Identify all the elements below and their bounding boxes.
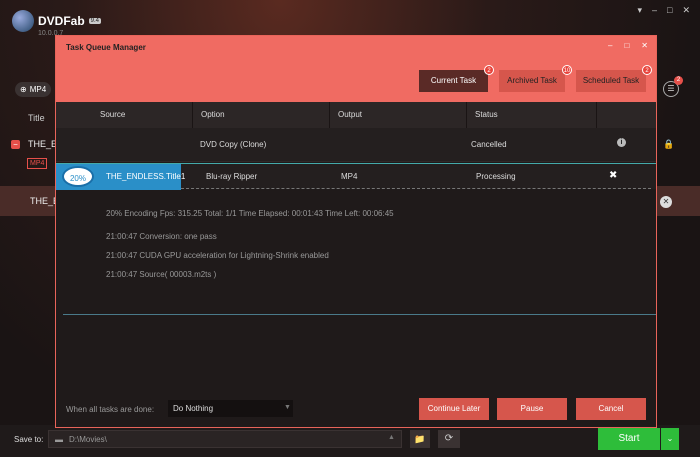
dropdown-icon[interactable]: ▾ (637, 5, 642, 16)
format-tag: MP4 (27, 158, 48, 169)
log-line: 20% Encoding Fps: 315.25 Total: 1/1 Time… (106, 209, 394, 218)
minimize-icon[interactable]: – (652, 5, 657, 16)
task-option: DVD Copy (Clone) (200, 140, 267, 149)
column-status: Status (467, 102, 597, 128)
task-status: Processing (476, 172, 516, 181)
task-status: Cancelled (471, 140, 507, 149)
task-source: THE_ENDLESS.Title1 (106, 172, 186, 181)
pause-button[interactable]: Pause (497, 398, 567, 420)
table-row[interactable]: DVD Copy (Clone) Cancelled i (56, 128, 656, 162)
save-path-value: D:\Movies\ (69, 434, 107, 444)
dialog-header: Task Queue Manager – □ ✕ Current Task Ar… (56, 36, 656, 102)
dialog-title: Task Queue Manager (66, 43, 146, 52)
log-line: 21:00:47 Source( 00003.m2ts ) (106, 270, 217, 279)
start-dropdown-icon[interactable]: ⌄ (661, 428, 679, 450)
task-source-progress: 20% THE_ENDLESS.Title1 (56, 164, 185, 190)
dialog-window-controls: – □ ✕ (608, 41, 648, 50)
app-logo: DVDFab 9.4 (12, 10, 102, 32)
tab-current-task[interactable]: Current Task (419, 70, 488, 92)
log-line: 21:00:47 CUDA GPU acceleration for Light… (106, 251, 329, 260)
chevron-down-icon[interactable]: ▼ (284, 404, 291, 411)
refresh-button[interactable]: ⟳ (438, 430, 460, 448)
browse-folder-button[interactable]: 📁 (410, 430, 430, 448)
profile-button[interactable]: ⊕ MP4 (15, 82, 52, 97)
task-option: Blu-ray Ripper (206, 172, 258, 181)
info-icon[interactable]: i (617, 138, 626, 147)
tab-badge: 2 (642, 65, 652, 75)
profile-button-label: MP4 (29, 85, 47, 94)
maximize-icon[interactable]: □ (624, 41, 629, 50)
task-output: MP4 (341, 172, 358, 181)
tab-scheduled-task[interactable]: Scheduled Task (576, 70, 646, 92)
task-log: 20% Encoding Fps: 315.25 Total: 1/1 Time… (106, 204, 394, 284)
maximize-icon[interactable]: □ (667, 5, 672, 16)
when-done-select[interactable]: Do Nothing (168, 400, 293, 417)
minimize-icon[interactable]: – (608, 41, 612, 50)
progress-ring: 20% (62, 166, 94, 187)
close-icon[interactable]: ✕ (641, 41, 648, 50)
save-path-field[interactable]: ▬ D:\Movies\ (48, 430, 402, 448)
start-button[interactable]: Start (598, 428, 660, 450)
table-header: Source Option Output Status (56, 102, 656, 128)
tab-badge: 2 (484, 65, 494, 75)
lock-icon[interactable]: 🔒 (663, 139, 674, 150)
continue-later-button[interactable]: Continue Later (419, 398, 489, 420)
window-controls: ▾ – □ ✕ (637, 5, 690, 16)
column-source: Source (56, 102, 193, 128)
logo-icon (12, 10, 34, 32)
title-column-header: Title (28, 113, 45, 123)
chevron-down-icon[interactable]: ▲ (388, 434, 395, 441)
tab-archived-task[interactable]: Archived Task (499, 70, 565, 92)
remove-icon[interactable]: ✕ (660, 196, 672, 208)
table-row[interactable]: 20% THE_ENDLESS.Title1 Blu-ray Ripper MP… (56, 163, 656, 190)
task-queue-badge: 2 (674, 76, 683, 85)
add-icon: ⊕ (20, 85, 27, 94)
column-option: Option (193, 102, 330, 128)
logo-text: DVDFab (38, 14, 85, 28)
tab-badge: 10 (562, 65, 572, 75)
collapse-icon[interactable]: − (11, 140, 20, 149)
logo-version: 9.4 (88, 18, 102, 24)
task-queue-dialog: Task Queue Manager – □ ✕ Current Task Ar… (55, 35, 657, 428)
folder-small-icon: ▬ (55, 434, 63, 444)
column-output: Output (330, 102, 467, 128)
save-to-label: Save to: (14, 435, 44, 444)
divider (181, 188, 651, 189)
divider (63, 314, 656, 315)
log-line: 21:00:47 Conversion: one pass (106, 232, 217, 241)
remove-task-icon[interactable]: ✖ (609, 170, 617, 181)
title-row-label: THE_E (28, 139, 58, 149)
cancel-button[interactable]: Cancel (576, 398, 646, 420)
when-done-label: When all tasks are done: (66, 405, 155, 414)
close-icon[interactable]: ✕ (682, 5, 690, 16)
